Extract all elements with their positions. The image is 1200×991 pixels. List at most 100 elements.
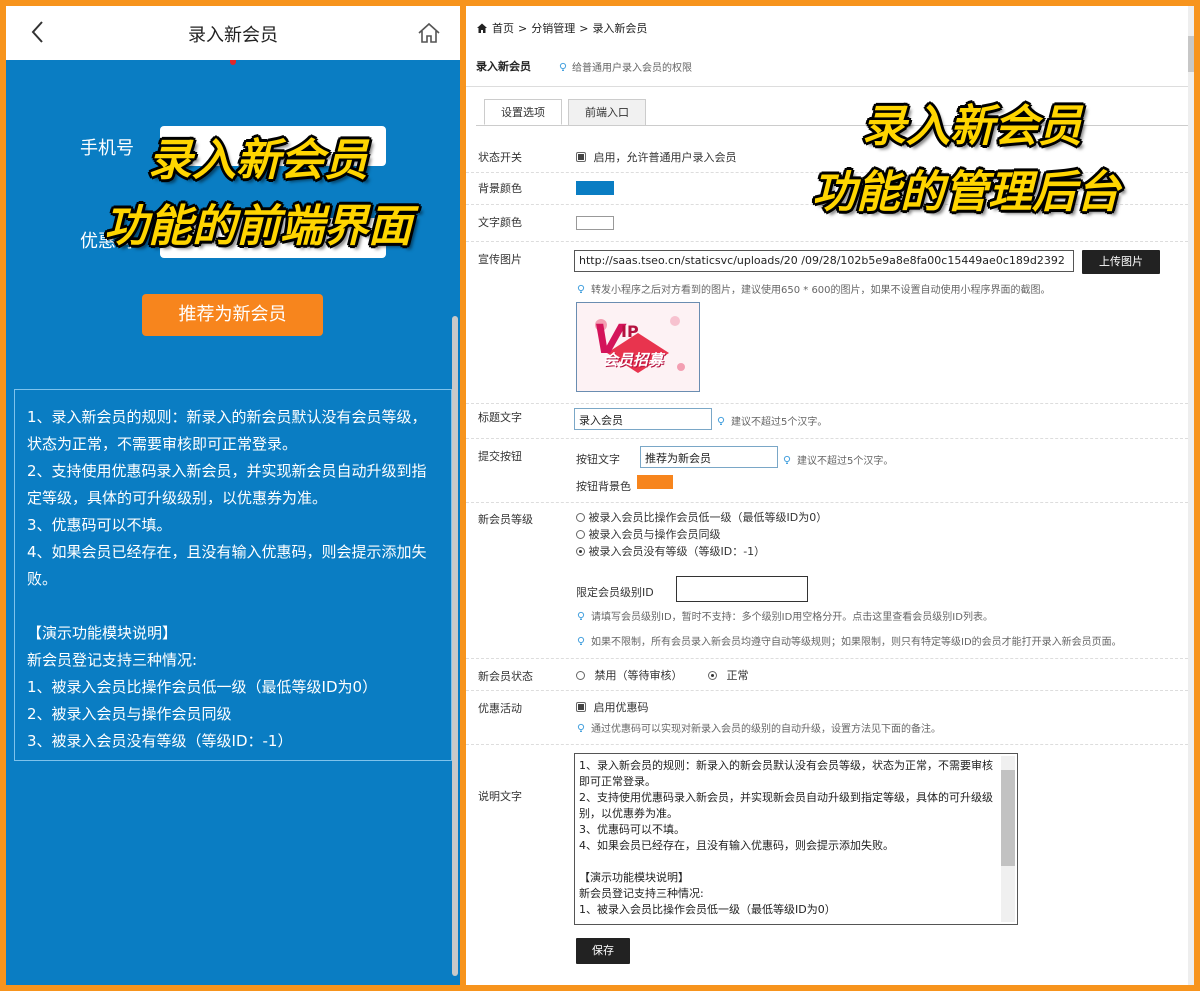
promo-activity-control[interactable]: 启用优惠码 [576,699,649,715]
member-level-radio-selected[interactable] [576,547,585,556]
description-line [579,854,993,870]
limit-level-hint: 请填写会员级别ID，暂时不支持：多个级别ID用空格分开。点击这里查看会员级别ID… [576,608,993,623]
bg-color-swatch[interactable] [576,181,614,195]
limit-level-hint-2-text: 如果不限制，所有会员录入新会员均遵守自动等级规则；如果限制，则只有特定等级ID的… [591,637,1122,648]
status-switch-label: 状态开关 [478,151,522,164]
member-status-label: 新会员状态 [478,670,533,683]
promo-activity-checkbox[interactable] [576,702,586,712]
member-level-radio[interactable] [576,530,585,539]
tab-settings[interactable]: 设置选项 [484,99,562,125]
text-color-swatch[interactable] [576,216,614,230]
rule-line: 3、优惠码可以不填。 [27,516,172,534]
lightbulb-icon [577,284,585,293]
lightbulb-icon [717,416,725,425]
lightbulb-icon [783,455,791,464]
member-status-option-text: 禁用（等待审核） [594,669,683,682]
row-separator [466,241,1188,242]
admin-page-title: 录入新会员 [476,60,531,73]
description-textarea[interactable]: 1、录入新会员的规则：新录入的新会员默认没有会员等级，状态为正常，不需要审核即可… [574,753,1018,925]
status-switch-control[interactable]: 启用，允许普通用户录入会员 [576,149,737,165]
lightbulb-icon [559,62,567,71]
member-level-option[interactable]: 被录入会员比操作会员低一级（最低等级ID为0） [576,509,827,525]
member-level-option-text: 被录入会员没有等级（等级ID：-1） [588,545,766,558]
description-line: 1、录入新会员的规则：新录入的新会员默认没有会员等级，状态为正常，不需要审核即可… [579,759,993,788]
title-text-input[interactable]: 录入会员 [574,408,712,430]
mobile-top-bar: 录入新会员 [6,6,460,60]
breadcrumb-sep: > [518,21,528,35]
save-button[interactable]: 保存 [576,938,630,964]
status-switch-checkbox[interactable] [576,152,586,162]
member-level-option-text: 被录入会员比操作会员低一级（最低等级ID为0） [588,511,828,524]
description-line: 【演示功能模块说明】 [579,871,689,884]
member-level-option-text: 被录入会员与操作会员同级 [588,528,721,541]
description-line: 2、支持使用优惠码录入新会员，并实现新会员自动升级到指定等级，具体的可升级级别，… [579,791,993,820]
rule-line: 2、被录入会员与操作会员同级 [27,705,232,723]
member-status-option-text: 正常 [726,669,749,682]
bg-color-label: 背景颜色 [478,182,522,195]
rules-box: 1、录入新会员的规则：新录入的新会员默认没有会员等级，状态为正常，不需要审核即可… [14,389,452,761]
overlay-caption-line2: 功能的管理后台 [812,167,1120,218]
rule-line: 新会员登记支持三种情况: [27,651,198,669]
submit-button-label: 提交按钮 [478,450,522,463]
member-status-radio-selected[interactable] [708,671,717,680]
submit-text-hint-text: 建议不超过5个汉字。 [797,456,894,467]
promo-activity-hint: 通过优惠码可以实现对新录入会员的级别的自动升级，设置方法见下面的备注。 [576,720,941,735]
description-line: 1、被录入会员比操作会员低一级（最低等级ID为0） [579,903,836,916]
member-level-label: 新会员等级 [478,513,533,526]
submit-text-hint: 建议不超过5个汉字。 [782,452,893,467]
tab-frontend-entry[interactable]: 前端入口 [568,99,646,125]
breadcrumb-distribution[interactable]: 分销管理 [531,20,575,36]
overlay-caption-line1: 录入新会员 [862,101,1082,152]
promo-activity-label: 优惠活动 [478,702,522,715]
description-line: 3、优惠码可以不填。 [579,823,685,836]
page-scrollbar-thumb[interactable] [1188,36,1194,72]
admin-page-tip: 给普通用户录入会员的权限 [558,59,692,74]
page-scrollbar[interactable] [1188,6,1194,985]
tab-bar: 设置选项 前端入口 [484,99,652,125]
rule-line: 3、被录入会员没有等级（等级ID：-1） [27,732,293,750]
mobile-frontend-panel: 录入新会员 手机号 优惠码 推荐为新会员 1、录入新会员的规则：新录入的新会员默… [6,6,460,985]
row-separator [466,690,1188,691]
mobile-page-title: 录入新会员 [188,25,278,46]
title-text-hint-text: 建议不超过5个汉字。 [731,417,828,428]
promo-image-preview[interactable]: V IP 会员招募 [576,302,700,392]
textarea-scrollbar-thumb[interactable] [1001,770,1015,866]
title-text-hint: 建议不超过5个汉字。 [716,413,827,428]
lightbulb-icon [577,723,585,732]
title-text-label: 标题文字 [478,411,522,424]
rule-line: 1、被录入会员比操作会员低一级（最低等级ID为0） [27,678,378,696]
member-status-radio[interactable] [576,671,585,680]
promo-activity-text: 启用优惠码 [593,701,649,714]
promo-image-url-input[interactable]: http://saas.tseo.cn/staticsvc/uploads/20… [574,250,1074,272]
status-switch-text: 启用，允许普通用户录入会员 [593,151,737,164]
submit-bg-swatch[interactable] [637,475,673,489]
breadcrumb: 首页 > 分销管理 > 录入新会员 [476,20,647,36]
member-level-option[interactable]: 被录入会员与操作会员同级 [576,526,721,542]
home-icon[interactable] [476,22,488,34]
submit-text-input[interactable]: 推荐为新会员 [640,446,778,468]
description-line: 新会员登记支持三种情况: [579,887,704,900]
row-separator [466,502,1188,503]
rule-line: 【演示功能模块说明】 [27,624,178,642]
limit-level-input[interactable] [676,576,808,602]
limit-level-label: 限定会员级别ID [576,586,654,599]
breadcrumb-home[interactable]: 首页 [492,20,514,36]
mobile-scrollbar[interactable] [452,316,458,976]
rule-line: 4、如果会员已经存在，且没有输入优惠码，则会提示添加失败。 [27,543,427,588]
admin-backend-panel: 首页 > 分销管理 > 录入新会员 录入新会员 给普通用户录入会员的权限 设置选… [466,6,1194,985]
row-separator [466,403,1188,404]
overlay-caption-line2: 功能的前端界面 [104,201,412,252]
lightbulb-icon [577,636,585,645]
member-level-radio[interactable] [576,513,585,522]
home-icon[interactable] [416,20,442,46]
upload-image-button[interactable]: 上传图片 [1082,250,1160,274]
promo-activity-hint-text: 通过优惠码可以实现对新录入会员的级别的自动升级，设置方法见下面的备注。 [591,724,941,735]
breadcrumb-sep: > [579,21,589,35]
rule-line: 2、支持使用优惠码录入新会员，并实现新会员自动升级到指定等级，具体的可升级级别，… [27,462,427,507]
promo-image-label: 宣传图片 [478,253,522,266]
description-label: 说明文字 [478,790,522,803]
member-level-option[interactable]: 被录入会员没有等级（等级ID：-1） [576,543,765,559]
rule-spacer [27,593,439,620]
submit-text-label: 按钮文字 [576,453,620,466]
recommend-member-button[interactable]: 推荐为新会员 [142,294,323,336]
